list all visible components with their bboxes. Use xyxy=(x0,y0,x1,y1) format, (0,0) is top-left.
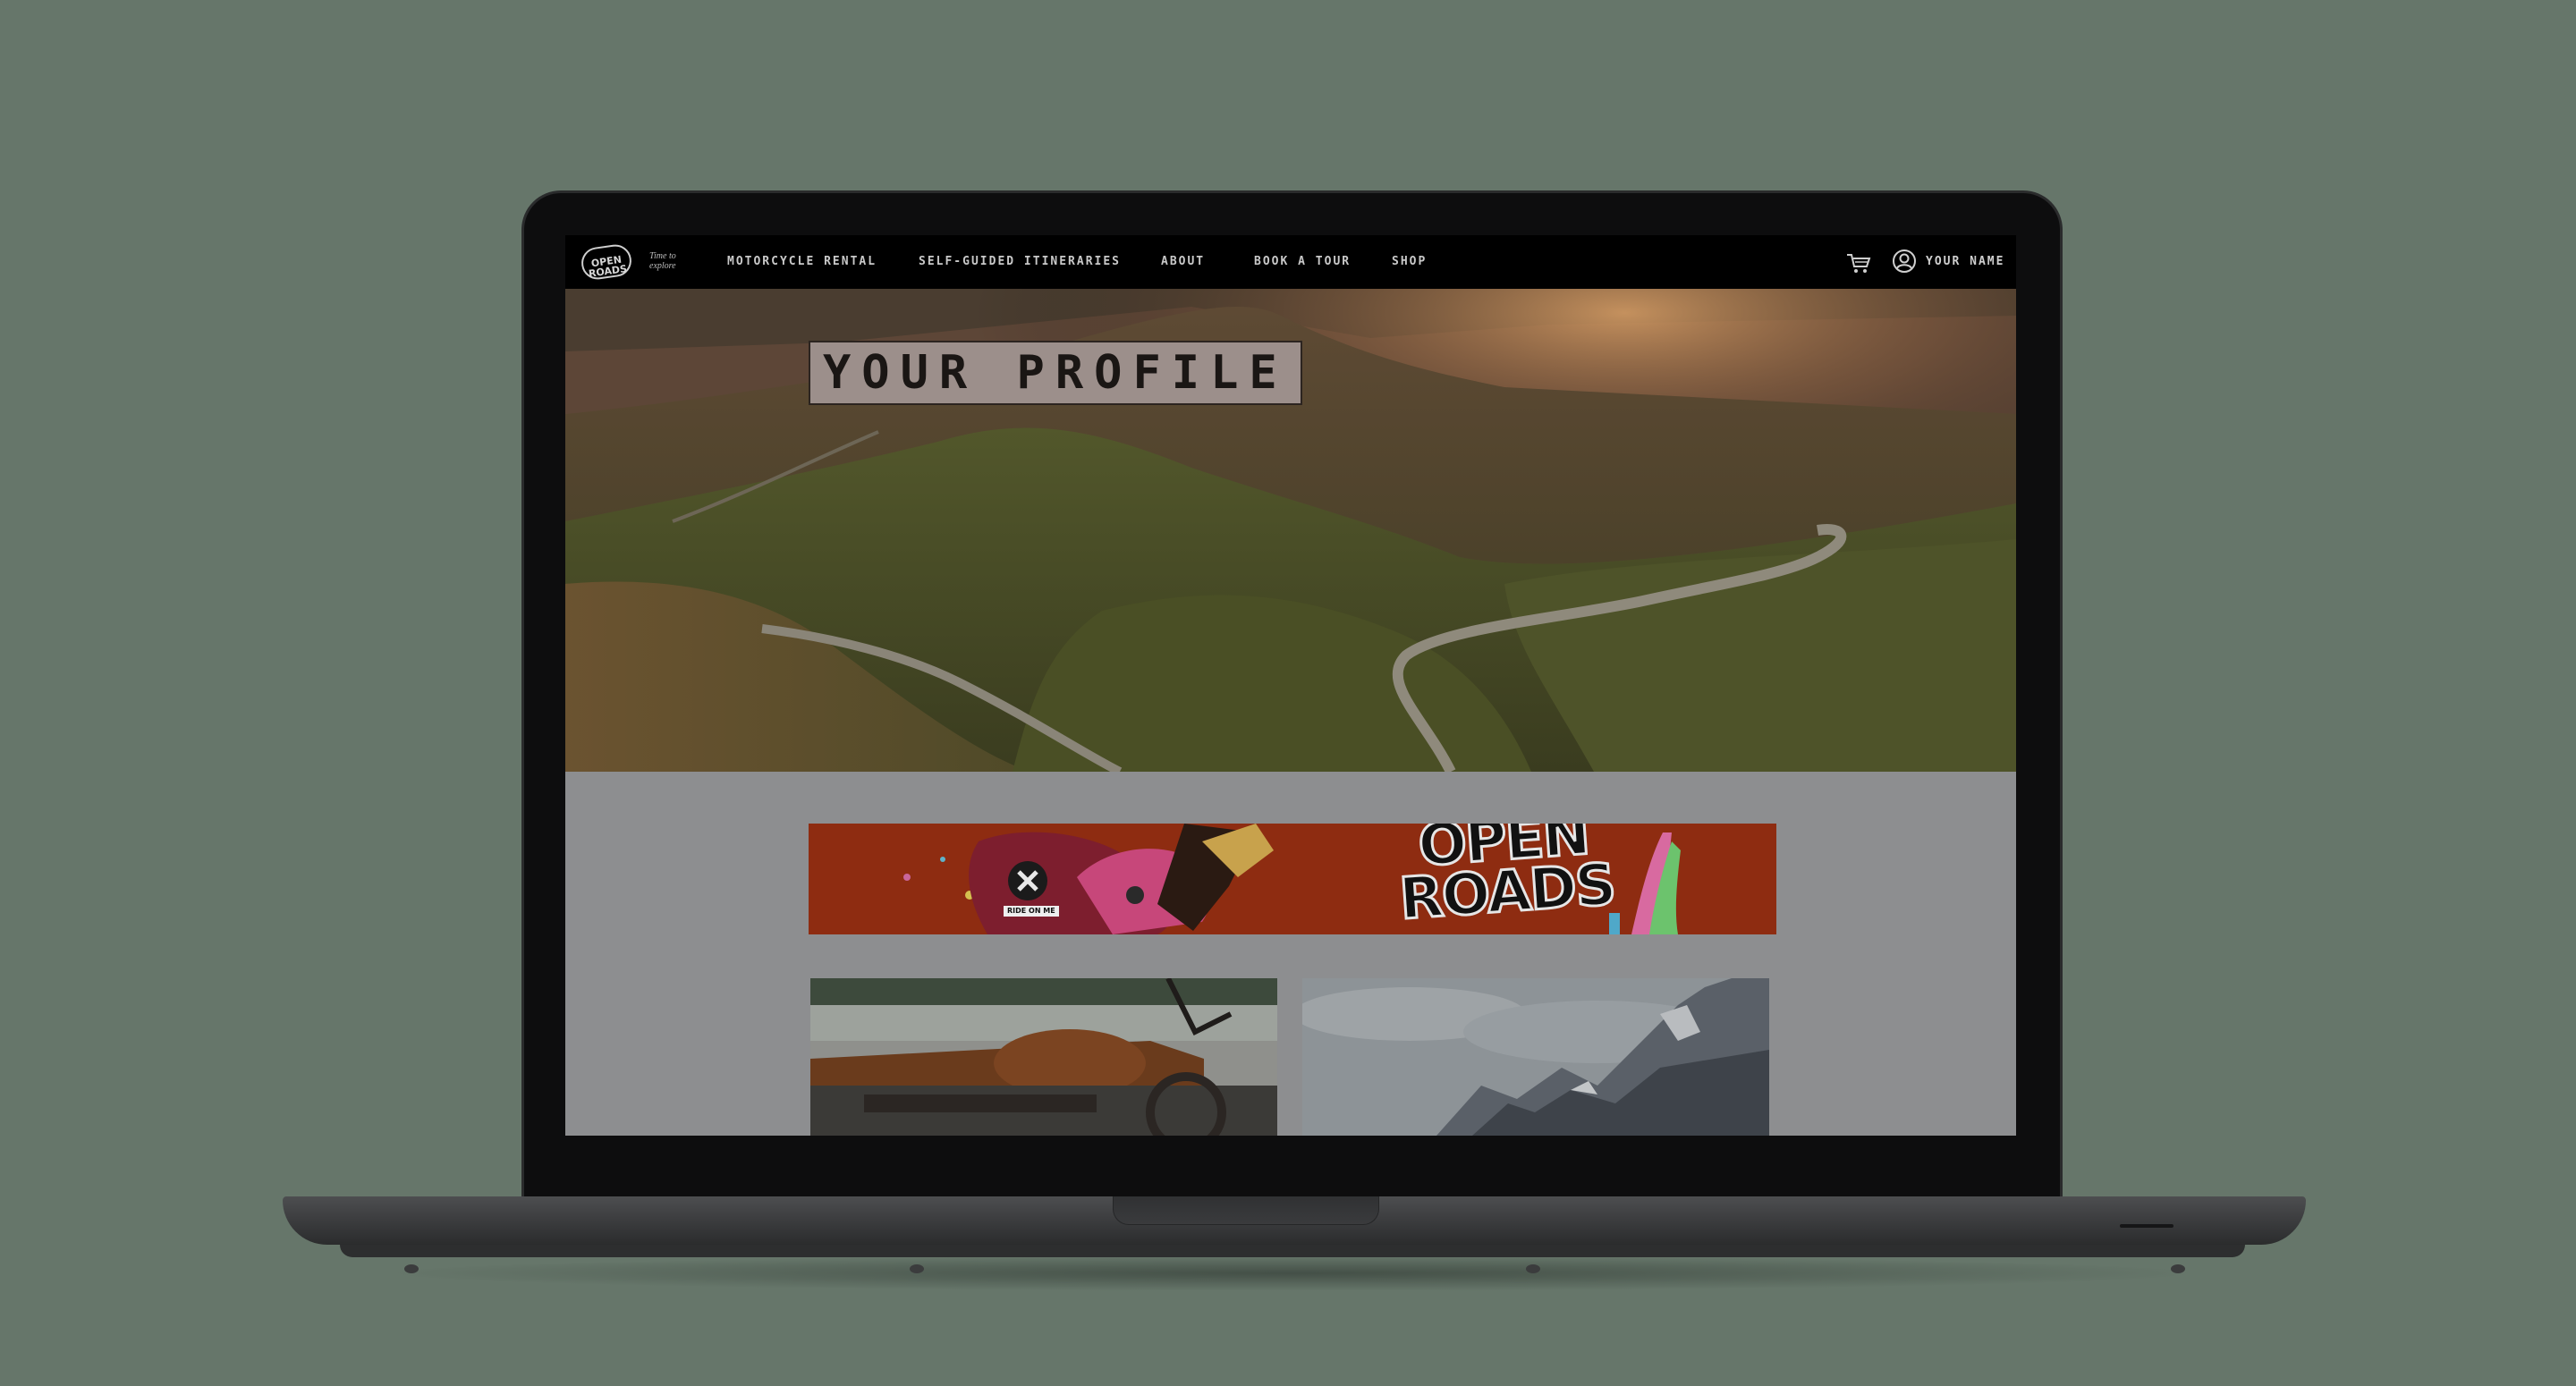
site-navigation: OPEN ROADS Time to explore MOTORCYCLE RE… xyxy=(565,235,2016,289)
cart-icon[interactable] xyxy=(1845,251,1872,275)
banner-logo-text: OPEN ROADS xyxy=(1396,824,1618,934)
laptop-foot xyxy=(404,1264,419,1273)
page-title: YOUR PROFILE xyxy=(809,341,1302,405)
user-account-link[interactable]: YOUR NAME xyxy=(1926,256,2004,267)
nav-about[interactable]: ABOUT xyxy=(1161,256,1205,267)
laptop-shadow xyxy=(376,1255,2209,1291)
hero-image: YOUR PROFILE xyxy=(565,289,2016,772)
sticker-label: RIDE ON ME xyxy=(1004,906,1059,917)
card-image-motorcycle[interactable] xyxy=(810,978,1277,1136)
brand-tagline: Time to explore xyxy=(649,251,676,271)
user-icon[interactable] xyxy=(1892,249,1917,274)
brand-logo[interactable]: OPEN ROADS xyxy=(579,242,634,282)
laptop-indicator xyxy=(2120,1224,2174,1228)
banner-artwork xyxy=(809,824,1776,934)
laptop-foot xyxy=(910,1264,924,1273)
nav-self-guided-itineraries[interactable]: SELF-GUIDED ITINERARIES xyxy=(919,256,1121,267)
nav-shop[interactable]: SHOP xyxy=(1392,256,1427,267)
nav-motorcycle-rental[interactable]: MOTORCYCLE RENTAL xyxy=(727,256,877,267)
promo-banner[interactable]: RIDE ON ME OPEN ROADS xyxy=(809,824,1776,934)
motorcycle-photo xyxy=(810,978,1277,1136)
laptop-base-bottom xyxy=(340,1245,2245,1257)
laptop-notch xyxy=(1113,1196,1379,1225)
card-image-mountains[interactable] xyxy=(1302,978,1769,1136)
nav-book-a-tour[interactable]: BOOK A TOUR xyxy=(1254,256,1351,267)
mountain-photo xyxy=(1302,978,1769,1136)
laptop-screen: OPEN ROADS Time to explore MOTORCYCLE RE… xyxy=(565,235,2016,1136)
laptop-foot xyxy=(2171,1264,2185,1273)
laptop-foot xyxy=(1526,1264,1540,1273)
